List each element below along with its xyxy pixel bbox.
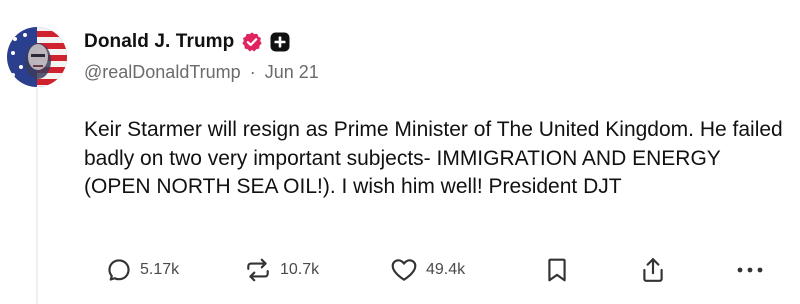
share-icon bbox=[643, 258, 663, 282]
heart-icon bbox=[391, 259, 417, 281]
verified-badge-icon bbox=[241, 31, 263, 53]
more-icon bbox=[737, 267, 763, 273]
reply-button[interactable]: 5.17k bbox=[106, 252, 179, 288]
repost-button[interactable]: 10.7k bbox=[244, 252, 319, 288]
repost-count: 10.7k bbox=[280, 261, 320, 278]
post-date[interactable]: Jun 21 bbox=[265, 62, 319, 82]
avatar[interactable] bbox=[7, 27, 67, 87]
thread-line bbox=[36, 88, 38, 304]
avatar-image bbox=[7, 27, 67, 87]
action-bar: 5.17k 10.7k 49.4k bbox=[100, 252, 780, 288]
display-name[interactable]: Donald J. Trump bbox=[84, 31, 234, 53]
repost-icon bbox=[247, 258, 269, 282]
bookmark-button[interactable] bbox=[546, 252, 568, 288]
author-name-row: Donald J. Trump bbox=[84, 30, 290, 54]
author-meta: @realDonaldTrump · Jun 21 bbox=[84, 62, 319, 83]
meta-separator: · bbox=[249, 62, 256, 82]
post-text: Keir Starmer will resign as Prime Minist… bbox=[84, 118, 783, 198]
handle[interactable]: @realDonaldTrump bbox=[84, 62, 241, 82]
reply-count: 5.17k bbox=[140, 261, 180, 278]
plus-badge-icon bbox=[270, 32, 290, 52]
like-count: 49.4k bbox=[426, 261, 466, 278]
post-card: Donald J. Trump @realDonaldTrump · Jun 2… bbox=[0, 0, 800, 304]
more-options-button[interactable] bbox=[736, 252, 764, 288]
like-button[interactable]: 49.4k bbox=[390, 252, 465, 288]
bookmark-icon bbox=[548, 258, 566, 282]
reply-icon bbox=[108, 259, 130, 281]
share-button[interactable] bbox=[640, 252, 666, 288]
